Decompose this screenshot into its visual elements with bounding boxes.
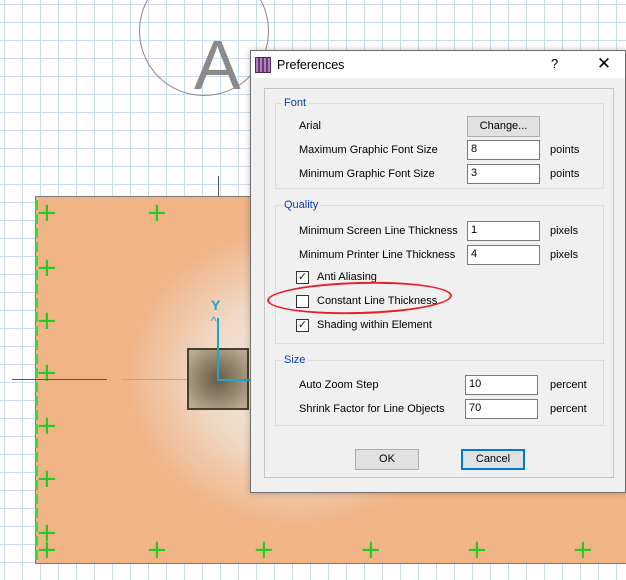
shrink-factor-label: Shrink Factor for Line Objects	[299, 403, 445, 415]
grid-plus-marker: +	[146, 535, 168, 565]
grid-plus-marker: +	[36, 411, 58, 441]
size-group-title: Size	[282, 354, 308, 366]
grid-plus-marker: +	[572, 535, 594, 565]
auto-zoom-input[interactable]: 10	[465, 375, 538, 395]
preferences-panel: Font Arial Change... Maximum Graphic Fon…	[264, 88, 614, 478]
grid-plus-marker: +	[36, 253, 58, 283]
cancel-button[interactable]: Cancel	[461, 449, 525, 470]
quality-group-title: Quality	[282, 199, 321, 211]
large-letter: A	[194, 26, 241, 104]
min-font-size-label: Minimum Graphic Font Size	[299, 168, 435, 180]
grid-plus-marker: +	[466, 535, 488, 565]
dialog-title: Preferences	[277, 57, 345, 72]
y-axis-line	[217, 318, 219, 380]
grid-plus-marker: +	[36, 306, 58, 336]
grid-plus-marker: +	[36, 358, 58, 388]
x-axis-line	[217, 379, 251, 381]
grid-plus-marker: +	[360, 535, 382, 565]
screen-thickness-input[interactable]: 1	[467, 221, 540, 241]
font-name: Arial	[299, 120, 322, 132]
preferences-dialog: Preferences ? ✕ Font Arial Change... Max…	[250, 50, 626, 493]
quality-group: Quality Minimum Screen Line Thickness 1 …	[275, 199, 604, 344]
y-axis-arrow-icon: ^	[211, 314, 217, 328]
app-icon	[255, 56, 271, 73]
max-font-size-unit: points	[550, 144, 580, 156]
dialog-titlebar[interactable]: Preferences ? ✕	[251, 51, 625, 78]
guide-line	[218, 176, 219, 196]
screen-thickness-unit: pixels	[550, 225, 579, 237]
auto-zoom-unit: percent	[550, 379, 587, 391]
checkmark-icon: ✓	[297, 271, 308, 283]
help-button[interactable]: ?	[551, 56, 558, 71]
grid-plus-marker: +	[36, 535, 58, 565]
printer-thickness-label: Minimum Printer Line Thickness	[299, 249, 456, 261]
grid-plus-marker: +	[36, 464, 58, 494]
anti-aliasing-checkbox[interactable]: ✓	[296, 271, 309, 284]
font-group-title: Font	[282, 97, 309, 109]
max-font-size-label: Maximum Graphic Font Size	[299, 144, 438, 156]
auto-zoom-label: Auto Zoom Step	[299, 379, 379, 391]
shrink-factor-input[interactable]: 70	[465, 399, 538, 419]
change-font-button[interactable]: Change...	[467, 116, 540, 137]
grid-plus-marker: +	[146, 198, 168, 228]
close-button[interactable]: ✕	[592, 53, 616, 75]
size-group: Size Auto Zoom Step 10 percent Shrink Fa…	[275, 354, 604, 426]
guide-line	[12, 379, 107, 380]
shading-checkbox[interactable]: ✓	[296, 319, 309, 332]
printer-thickness-unit: pixels	[550, 249, 579, 261]
y-axis-label: Y	[211, 297, 221, 313]
min-font-size-unit: points	[550, 168, 580, 180]
grid-plus-marker: +	[253, 535, 275, 565]
max-font-size-input[interactable]: 8	[467, 140, 540, 160]
font-group: Font Arial Change... Maximum Graphic Fon…	[275, 97, 604, 189]
shrink-factor-unit: percent	[550, 403, 587, 415]
grid-plus-marker: +	[36, 198, 58, 228]
checkmark-icon: ✓	[297, 319, 308, 331]
ok-button[interactable]: OK	[355, 449, 419, 470]
shading-label[interactable]: Shading within Element	[317, 319, 432, 331]
screen-thickness-label: Minimum Screen Line Thickness	[299, 225, 458, 237]
min-font-size-input[interactable]: 3	[467, 164, 540, 184]
printer-thickness-input[interactable]: 4	[467, 245, 540, 265]
